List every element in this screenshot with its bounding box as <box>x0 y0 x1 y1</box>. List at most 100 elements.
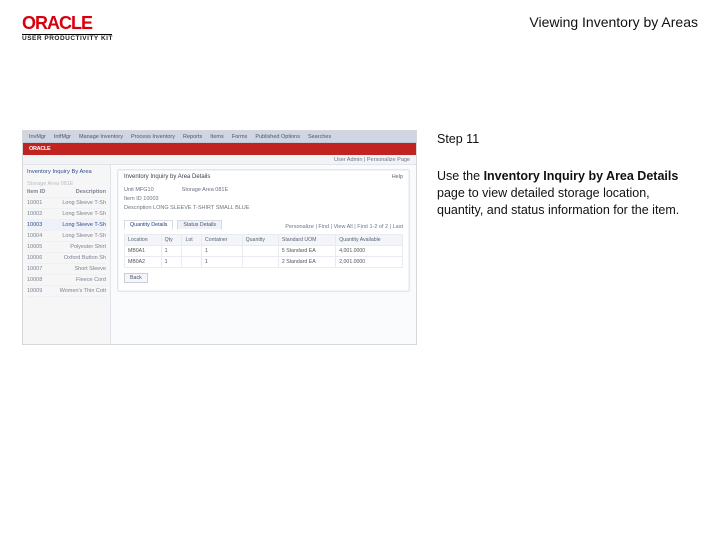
cell: 10006 <box>27 255 42 261</box>
col: Item ID <box>27 189 45 195</box>
list-item: 10009 Women's Thin Cott <box>27 286 106 297</box>
app-screenshot: InvMgr IntfMgr Manage Inventory Process … <box>22 130 417 345</box>
th: Container <box>202 235 243 246</box>
cell: 10009 <box>27 288 42 294</box>
cell: 10001 <box>27 200 42 206</box>
cell: 10008 <box>27 277 42 283</box>
menu-item: Process Inventory <box>131 134 175 140</box>
list-item: 10006 Oxford Button Sh <box>27 253 106 264</box>
cell: 1 <box>161 257 182 268</box>
quantity-table: Location Qty Lot Container Quantity Stan… <box>124 234 403 268</box>
cell: Long Sleeve T-Sh <box>62 233 106 239</box>
cell: 10002 <box>27 211 42 217</box>
page-title: Viewing Inventory by Areas <box>529 14 698 30</box>
list-item: 10008 Fleece Cord <box>27 275 106 286</box>
kv-key: Description <box>124 205 152 211</box>
th: Standard UOM <box>278 235 335 246</box>
text: page to view detailed storage location, … <box>437 186 679 217</box>
app-body: Inventory Inquiry By Area Storage Area 0… <box>23 165 416 344</box>
back-button: Back <box>124 273 148 283</box>
cell: Long Sleeve T-Sh <box>62 222 106 228</box>
step-label: Step 11 <box>437 132 698 146</box>
list-item: 10001 Long Sleeve T-Sh <box>27 198 106 209</box>
list-item-selected: 10003 Long Sleeve T-Sh <box>27 220 106 231</box>
kv-row: Unit MFG10 Storage Area 081E <box>124 187 403 193</box>
cell: Long Sleeve T-Sh <box>62 200 106 206</box>
content: InvMgr IntfMgr Manage Inventory Process … <box>22 130 698 526</box>
cell: 2 Standard EA <box>278 257 335 268</box>
cell: 10007 <box>27 266 42 272</box>
cell: 1 <box>161 246 182 257</box>
cell: 1 <box>202 246 243 257</box>
kv-val: 10003 <box>143 196 158 202</box>
grid-meta: Personalize | Find | View All | First 1-… <box>285 224 403 230</box>
cell: 2,001.0000 <box>336 257 403 268</box>
kv-key: Item ID <box>124 196 142 202</box>
list-item: 10007 Short Sleeve <box>27 264 106 275</box>
cell: Women's Thin Cott <box>60 288 106 294</box>
tabs: Quantity Details Status Details <box>124 220 222 230</box>
menu-item: InvMgr <box>29 134 46 140</box>
sidebar-head: Item ID Description <box>27 187 106 198</box>
menu-item: Published Options <box>255 134 300 140</box>
cell: 4,001.0000 <box>336 246 403 257</box>
cell <box>182 246 202 257</box>
cell: MB0A2 <box>125 257 162 268</box>
th: Quantity <box>242 235 278 246</box>
panel-title: Inventory Inquiry by Area Details <box>124 174 210 180</box>
col: Description <box>76 189 106 195</box>
kv-key: Unit <box>124 187 134 193</box>
th: Location <box>125 235 162 246</box>
kit-label: USER PRODUCTIVITY KIT <box>22 36 113 43</box>
brand-block: ORACLE USER PRODUCTIVITY KIT <box>22 14 113 43</box>
tab-quantity-details: Quantity Details <box>124 220 173 230</box>
table-row: MB0A2 1 1 2 Standard EA 2,001.0000 <box>125 257 403 268</box>
cell <box>242 246 278 257</box>
kv-key: Storage Area <box>182 187 214 193</box>
cell: 1 <box>202 257 243 268</box>
menu-item: Forms <box>232 134 248 140</box>
app-brand-bar: ORACLE <box>23 143 416 155</box>
cell: 10003 <box>27 222 42 228</box>
th: Qty <box>161 235 182 246</box>
kv-val: 081E <box>215 187 228 193</box>
list-item: 10002 Long Sleeve T-Sh <box>27 209 106 220</box>
kv-val: MFG10 <box>135 187 153 193</box>
text-bold: Inventory Inquiry by Area Details <box>484 169 679 183</box>
kv-val: LONG SLEEVE T-SHIRT SMALL BLUE <box>153 205 249 211</box>
instruction-text: Use the Inventory Inquiry by Area Detail… <box>437 168 698 219</box>
cell: 5 Standard EA <box>278 246 335 257</box>
kv-row: Item ID 10003 <box>124 196 403 202</box>
app-footer: Add as Favorite Notify <box>23 344 416 345</box>
menu-item: Items <box>210 134 223 140</box>
app-menubar: InvMgr IntfMgr Manage Inventory Process … <box>23 131 416 143</box>
cell: 10005 <box>27 244 42 250</box>
cell: MB0A1 <box>125 246 162 257</box>
oracle-logo: ORACLE <box>22 14 113 32</box>
text: Use the <box>437 169 484 183</box>
th: Quantity Available <box>336 235 403 246</box>
menu-item: IntfMgr <box>54 134 71 140</box>
page-header: ORACLE USER PRODUCTIVITY KIT Viewing Inv… <box>22 14 698 43</box>
instruction-panel: Step 11 Use the Inventory Inquiry by Are… <box>437 130 698 526</box>
cell: Fleece Cord <box>76 277 106 283</box>
menu-item: Manage Inventory <box>79 134 123 140</box>
cell: Short Sleeve <box>75 266 107 272</box>
cell <box>242 257 278 268</box>
menu-item: Searches <box>308 134 331 140</box>
sidebar-title: Inventory Inquiry By Area <box>27 169 106 175</box>
cell: Oxford Button Sh <box>64 255 106 261</box>
main-panel: Inventory Inquiry by Area Details Help U… <box>111 165 416 344</box>
cell: Long Sleeve T-Sh <box>62 211 106 217</box>
cell <box>182 257 202 268</box>
app-userline: User Admin | Personalize Page <box>23 155 416 165</box>
tab-status-details: Status Details <box>177 220 222 230</box>
panel-card: Inventory Inquiry by Area Details Help U… <box>117 169 410 292</box>
sidebar: Inventory Inquiry By Area Storage Area 0… <box>23 165 111 344</box>
table-row: MB0A1 1 1 5 Standard EA 4,001.0000 <box>125 246 403 257</box>
menu-item: Reports <box>183 134 202 140</box>
cell: 10004 <box>27 233 42 239</box>
list-item: 10005 Polyester Shirt <box>27 242 106 253</box>
cell: Polyester Shirt <box>70 244 106 250</box>
th: Lot <box>182 235 202 246</box>
